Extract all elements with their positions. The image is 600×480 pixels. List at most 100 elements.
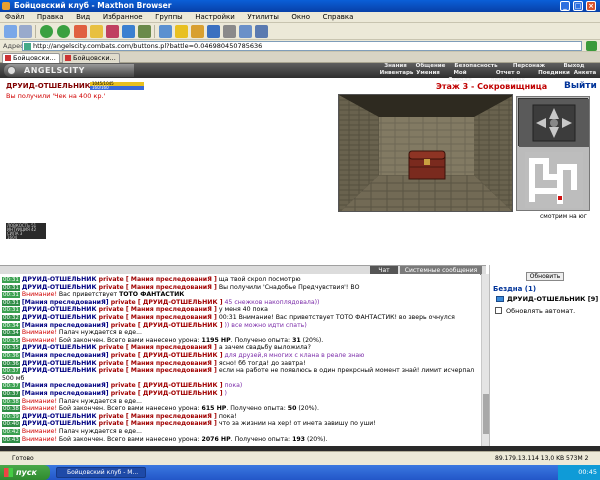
chat-private-tag[interactable]: private bbox=[97, 284, 126, 291]
nav-skills[interactable]: Умения bbox=[415, 70, 441, 77]
star-icon[interactable] bbox=[175, 25, 188, 38]
minimap[interactable] bbox=[516, 96, 590, 211]
chat-sender[interactable]: ДРУИД-ОТШЕЛЬНИК bbox=[22, 413, 97, 420]
chat-private-tag[interactable]: private bbox=[97, 276, 126, 283]
split-view-icon[interactable] bbox=[239, 25, 252, 38]
nav-inventory[interactable]: Инвентарь bbox=[379, 70, 414, 77]
chat-private-tag[interactable]: private bbox=[97, 314, 126, 321]
chat-timestamp[interactable]: 00:38 bbox=[2, 398, 20, 405]
chat-private-tag[interactable]: [ Мания преследованиЯ ] bbox=[126, 276, 217, 283]
chat-private-tag[interactable]: [ Мания преследованиЯ ] bbox=[126, 306, 217, 313]
chat-private-tag[interactable]: [ Мания преследованиЯ ] bbox=[126, 284, 217, 291]
chat-private-tag[interactable]: [ Мания преследованиЯ ] bbox=[126, 413, 217, 420]
chat-sender[interactable]: ДРУИД-ОТШЕЛЬНИК bbox=[22, 314, 97, 321]
chat-timestamp[interactable]: 00:34 bbox=[2, 322, 20, 329]
chat-sender[interactable]: ДРУИД-ОТШЕЛЬНИК bbox=[22, 344, 97, 351]
chat-private-tag[interactable]: private bbox=[97, 367, 126, 374]
chat-private-tag[interactable]: private bbox=[97, 360, 126, 367]
chat-private-tag[interactable]: private bbox=[97, 420, 126, 427]
menu-settings[interactable]: Настройки bbox=[190, 12, 240, 23]
menu-view[interactable]: Вид bbox=[71, 12, 95, 23]
menu-groups[interactable]: Группы bbox=[150, 12, 188, 23]
tab-active[interactable]: Бойцовски... bbox=[2, 53, 60, 63]
nav-my-scroll[interactable]: Мой Скролл bbox=[442, 70, 478, 83]
chat-private-tag[interactable]: [ ДРУИД-ОТШЕЛЬНИК ] bbox=[138, 382, 223, 389]
chat-timestamp[interactable]: 00:40 bbox=[2, 421, 20, 428]
chat-private-tag[interactable]: [ Мания преследованиЯ ] bbox=[126, 314, 217, 321]
chat-private-tag[interactable]: private bbox=[109, 322, 138, 329]
open-icon[interactable] bbox=[19, 25, 32, 38]
chat-sender[interactable]: [Мания преследованиЯ] bbox=[22, 382, 109, 389]
chat-private-tag[interactable]: [ ДРУИД-ОТШЕЛЬНИК ] bbox=[138, 390, 223, 397]
chat-timestamp[interactable]: 00:31 bbox=[2, 307, 20, 314]
chat-sender[interactable]: ДРУИД-ОТШЕЛЬНИК bbox=[22, 306, 97, 313]
back-icon[interactable] bbox=[40, 25, 53, 38]
chat-timestamp[interactable]: 00:36 bbox=[2, 353, 20, 359]
bookmark-icon[interactable] bbox=[106, 25, 119, 38]
chat-timestamp[interactable]: 00:31 bbox=[2, 284, 20, 291]
chat-timestamp[interactable]: 00:37 bbox=[2, 368, 20, 375]
chat-private-tag[interactable]: [ ДРУИД-ОТШЕЛЬНИК ] bbox=[138, 352, 223, 359]
menu-favorites[interactable]: Избранное bbox=[98, 12, 148, 23]
dungeon-view[interactable] bbox=[338, 94, 513, 212]
nav-character[interactable]: Персонаж bbox=[509, 63, 549, 70]
chat-sender[interactable]: ДРУИД-ОТШЕЛЬНИК bbox=[22, 367, 97, 374]
tab-inactive[interactable]: Бойцовски... bbox=[62, 53, 120, 63]
chat-private-tag[interactable]: private bbox=[97, 306, 126, 313]
refresh-button[interactable]: Обновить bbox=[526, 272, 564, 281]
menu-file[interactable]: Файл bbox=[0, 12, 29, 23]
chat-timestamp[interactable]: 00:35 bbox=[2, 337, 20, 344]
go-icon[interactable] bbox=[586, 41, 597, 51]
chat-private-tag[interactable]: private bbox=[109, 382, 138, 389]
chat-private-tag[interactable]: [ Мания преследованиЯ ] bbox=[126, 344, 217, 351]
chat-timestamp[interactable]: 00:32 bbox=[2, 315, 20, 321]
nav-transfer-report[interactable]: Отчет о переводах bbox=[479, 70, 537, 83]
chat-timestamp[interactable]: 00:38 bbox=[2, 406, 20, 413]
nav-profile[interactable]: Анкета bbox=[571, 70, 599, 77]
chat-sender[interactable]: [Мания преследованиЯ] bbox=[22, 299, 109, 306]
chat-private-tag[interactable]: [ Мания преследованиЯ ] bbox=[126, 420, 217, 427]
menu-help[interactable]: Справка bbox=[318, 12, 359, 23]
minimize-button[interactable]: _ bbox=[560, 1, 570, 11]
close-button[interactable]: × bbox=[586, 1, 596, 11]
chat-timestamp[interactable]: 00:43 bbox=[2, 436, 20, 443]
chat-sender[interactable]: ДРУИД-ОТШЕЛЬНИК bbox=[22, 360, 97, 367]
player-info-icon[interactable] bbox=[496, 296, 504, 302]
stop-icon[interactable] bbox=[74, 25, 87, 38]
nav-knowledge[interactable]: Знания bbox=[379, 63, 412, 70]
nav-communication[interactable]: Общение bbox=[414, 63, 447, 70]
chat-timestamp[interactable]: 00:39 bbox=[2, 413, 20, 420]
treasure-chest[interactable] bbox=[408, 150, 446, 180]
taskbar-item[interactable]: Бойцовский клуб - M... bbox=[56, 467, 146, 478]
chat-timestamp[interactable]: 00:31 bbox=[2, 292, 20, 299]
chat-timestamp[interactable]: 00:36 bbox=[2, 360, 20, 367]
menu-edit[interactable]: Правка bbox=[32, 12, 69, 23]
chat-private-tag[interactable]: private bbox=[109, 390, 138, 397]
chat-private-tag[interactable]: private bbox=[97, 413, 126, 420]
nav-security[interactable]: Безопасность bbox=[451, 63, 501, 70]
chat-timestamp[interactable]: 00:42 bbox=[2, 429, 20, 435]
nav-exit[interactable]: Выход bbox=[559, 63, 589, 70]
chat-timestamp[interactable]: 00:31 bbox=[2, 277, 20, 283]
search-icon[interactable] bbox=[159, 25, 172, 38]
menu-utilities[interactable]: Утилиты bbox=[242, 12, 284, 23]
folder-icon[interactable] bbox=[90, 25, 103, 38]
chat-private-tag[interactable]: [ ДРУИД-ОТШЕЛЬНИК ] bbox=[138, 299, 223, 306]
chat-sender[interactable]: ДРУИД-ОТШЕЛЬНИК bbox=[22, 420, 97, 427]
groups-icon[interactable] bbox=[191, 25, 204, 38]
home-icon[interactable] bbox=[138, 25, 151, 38]
chat-private-tag[interactable]: private bbox=[109, 352, 138, 359]
refresh-icon[interactable] bbox=[122, 25, 135, 38]
maximize-button[interactable]: □ bbox=[573, 1, 583, 11]
chat-private-tag[interactable]: private bbox=[97, 344, 126, 351]
chat-sender[interactable]: [Мания преследованиЯ] bbox=[22, 390, 109, 397]
chat-timestamp[interactable]: 00:34 bbox=[2, 330, 20, 337]
chat-sender[interactable]: [Мания преследованиЯ] bbox=[22, 352, 109, 359]
chat-private-tag[interactable]: [ Мания преследованиЯ ] bbox=[126, 367, 217, 374]
exit-link[interactable]: Выйти bbox=[564, 81, 597, 91]
undo-icon[interactable] bbox=[207, 25, 220, 38]
auto-update-checkbox[interactable] bbox=[495, 307, 502, 314]
chat-timestamp[interactable]: 00:35 bbox=[2, 345, 20, 352]
chat-sender[interactable]: ДРУИД-ОТШЕЛЬНИК bbox=[22, 284, 97, 291]
location-player[interactable]: ДРУИД-ОТШЕЛЬНИК [9] bbox=[493, 295, 598, 303]
